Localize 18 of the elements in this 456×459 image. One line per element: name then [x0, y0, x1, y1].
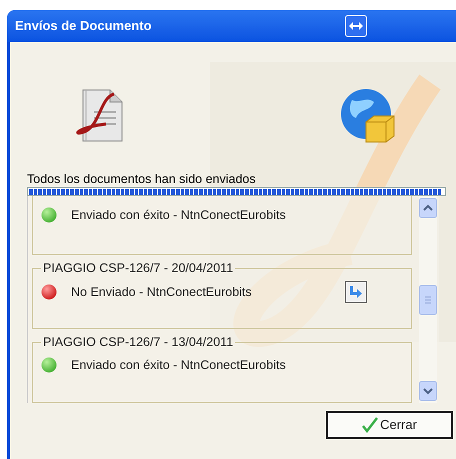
resize-button[interactable]: [344, 15, 367, 37]
checkmark-icon: [362, 417, 378, 433]
resend-button[interactable]: [345, 281, 367, 304]
double-arrow-icon: [348, 22, 363, 30]
scrollbar[interactable]: [419, 196, 437, 403]
send-status: Enviado con éxito - NtnConectEurobits: [71, 207, 287, 224]
window-title: Envíos de Documento: [15, 17, 152, 36]
scroll-up-icon[interactable]: [419, 198, 437, 218]
status-message: Todos los documentos han sido enviados: [27, 172, 257, 187]
document-title: PIAGGIO CSP-126/7 - 13/04/2011: [42, 334, 234, 351]
scroll-down-icon[interactable]: [419, 381, 437, 401]
globe-with-box-icon: [340, 88, 396, 144]
send-status: Enviado con éxito - NtnConectEurobits: [71, 356, 287, 374]
scroll-thumb-icon[interactable]: [419, 284, 437, 314]
send-status: No Enviado - NtnConectEurobits: [71, 284, 253, 302]
close-button[interactable]: Cerrar: [326, 411, 453, 439]
forward-arrow-icon: [349, 286, 363, 298]
document-title: PIAGGIO CSP-126/7 - 20/04/2011: [42, 260, 234, 277]
